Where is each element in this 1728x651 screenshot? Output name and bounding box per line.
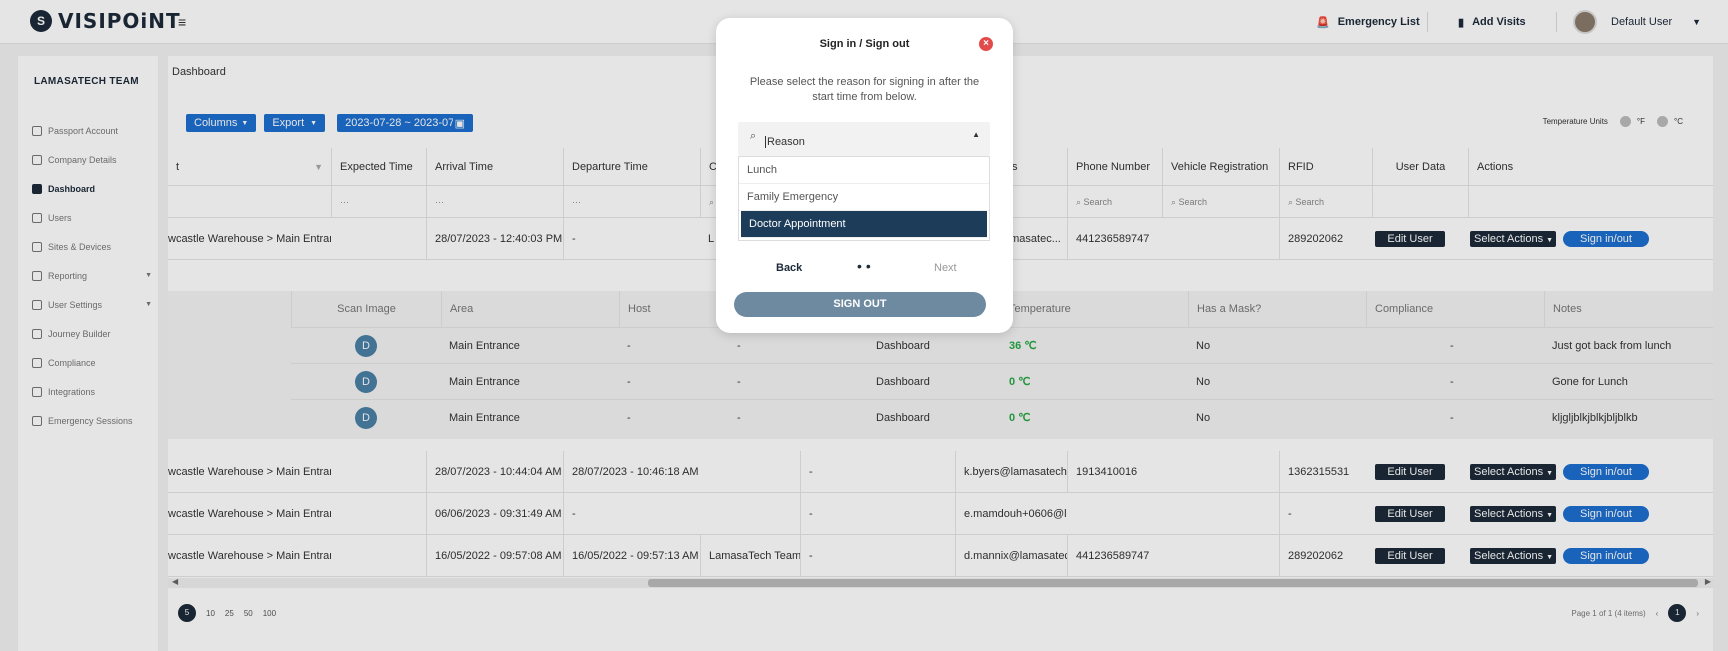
reason-select-value: Reason — [765, 136, 805, 148]
modal-title: Sign in / Sign out — [819, 38, 910, 50]
sign-in-out-modal: Sign in / Sign out × Please select the r… — [716, 18, 1013, 333]
search-icon: ⌕ — [750, 130, 757, 142]
next-button[interactable]: Next — [934, 262, 957, 274]
close-icon[interactable]: × — [979, 37, 993, 51]
modal-step-nav: Back •• Next — [716, 258, 1013, 276]
reason-options: Lunch Family Emergency Doctor Appointmen… — [738, 156, 990, 241]
back-button[interactable]: Back — [776, 262, 802, 274]
chevron-up-icon: ▲ — [972, 130, 980, 139]
reason-option-doctor-appointment[interactable]: Doctor Appointment — [741, 211, 987, 238]
modal-message: Please select the reason for signing in … — [749, 76, 980, 103]
step-dots-icon: •• — [857, 258, 875, 274]
reason-select[interactable]: ⌕ Reason ▲ — [738, 122, 990, 156]
sign-out-button[interactable]: SIGN OUT — [734, 292, 986, 317]
reason-option-lunch[interactable]: Lunch — [739, 157, 989, 184]
reason-option-family-emergency[interactable]: Family Emergency — [739, 184, 989, 211]
